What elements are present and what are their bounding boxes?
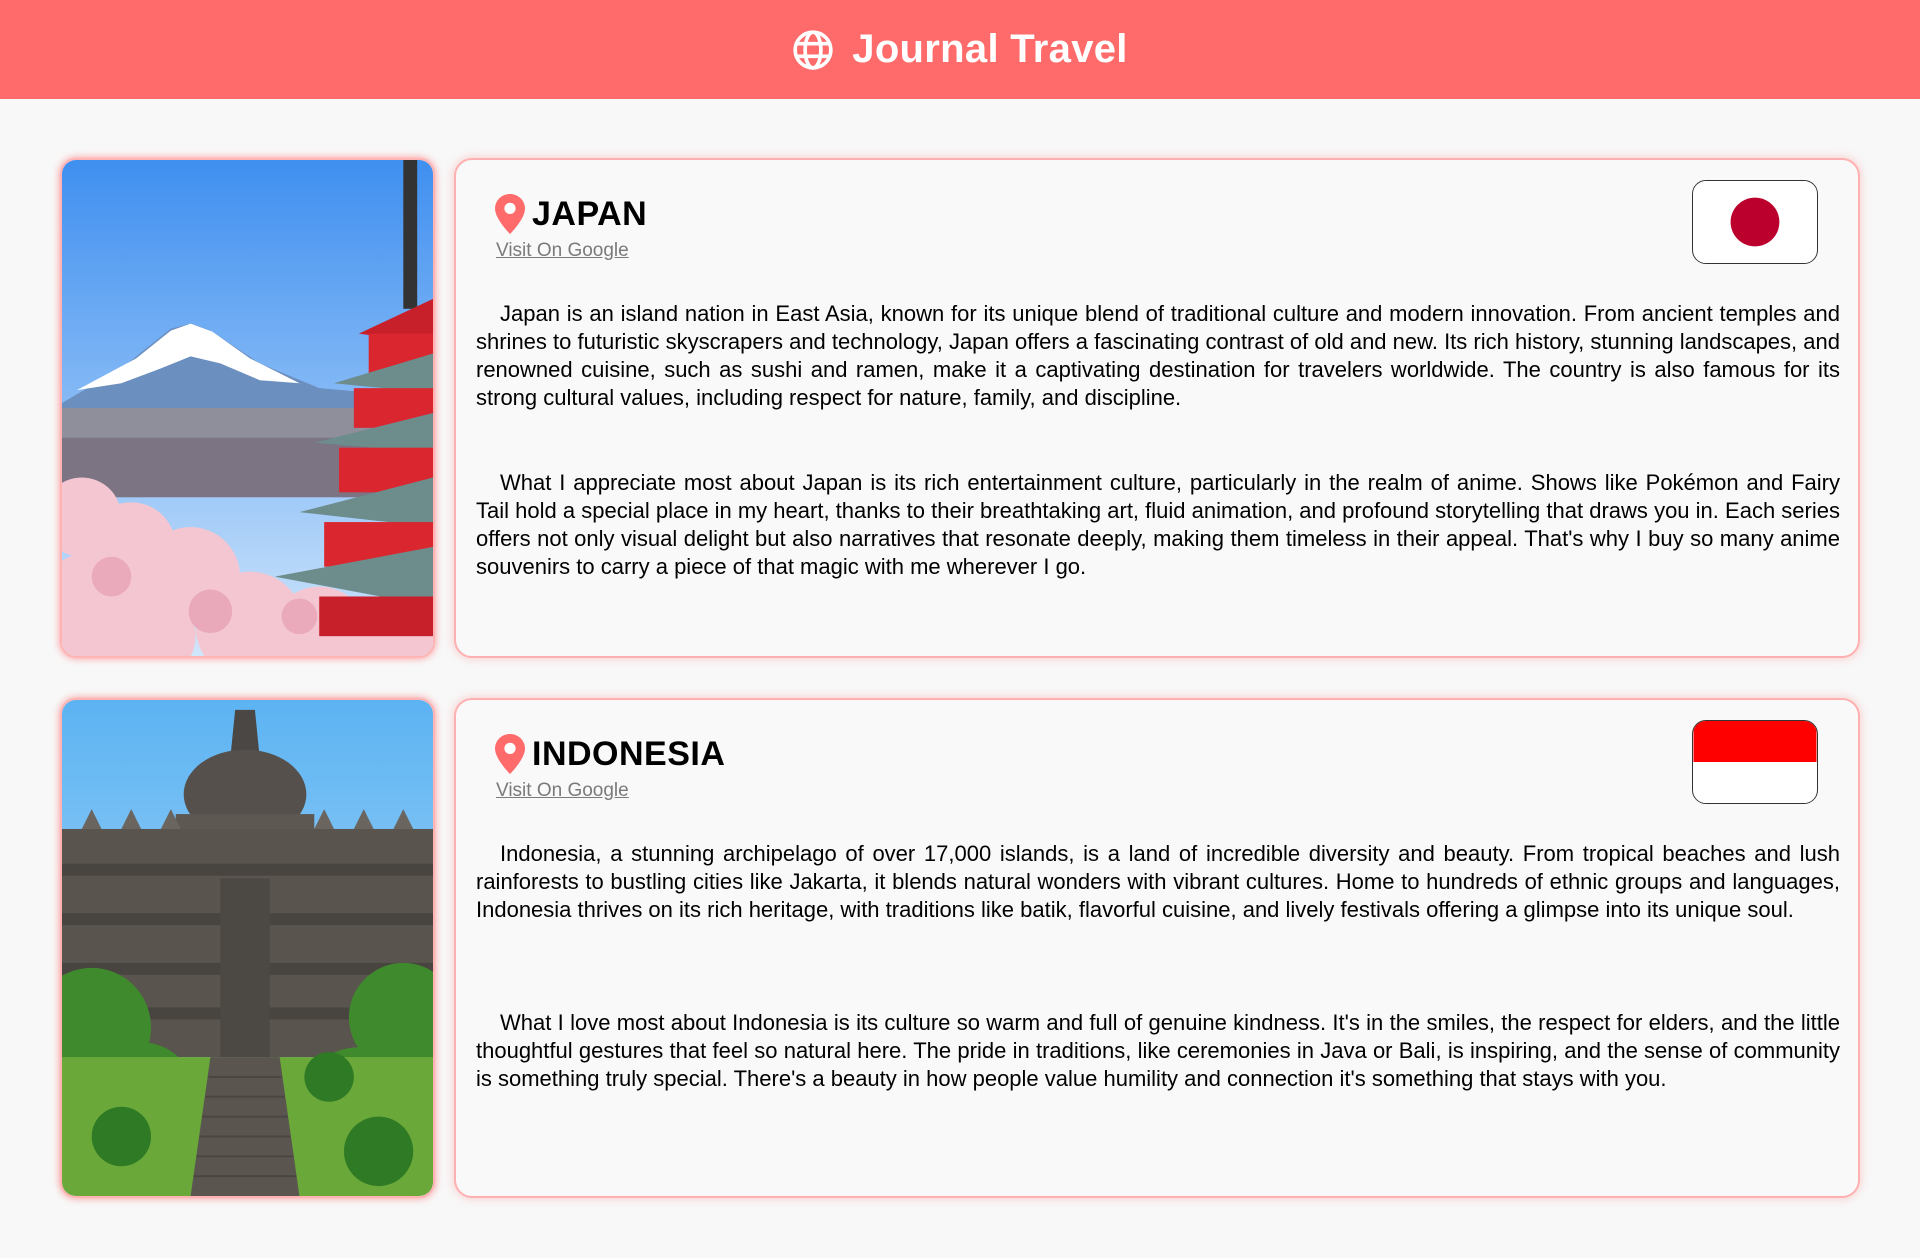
japan-flag-icon	[1692, 180, 1818, 264]
app-title: Journal Travel	[852, 27, 1128, 71]
mount-fuji-pagoda-cherry-blossom-photo	[60, 158, 435, 658]
journal-entry-japan: JAPAN Visit On Google Japan is an island…	[60, 158, 1860, 658]
country-name: JAPAN	[532, 194, 648, 233]
borobudur-temple-photo	[60, 698, 435, 1198]
indonesia-flag-icon	[1692, 720, 1818, 804]
description-paragraph: What I appreciate most about Japan is it…	[476, 470, 1840, 579]
journal-entry-indonesia: INDONESIA Visit On Google Indonesia, a s…	[60, 698, 1860, 1198]
country-name: INDONESIA	[532, 734, 726, 773]
app-header: Journal Travel	[0, 0, 1920, 99]
description-paragraph: What I love most about Indonesia is its …	[476, 1010, 1840, 1091]
country-heading: INDONESIA	[494, 734, 725, 774]
description-paragraph: Japan is an island nation in East Asia, …	[476, 301, 1840, 410]
visit-on-google-link[interactable]: Visit On Google	[496, 780, 629, 802]
location-pin-icon	[495, 734, 525, 774]
country-card-indonesia: INDONESIA Visit On Google Indonesia, a s…	[454, 698, 1860, 1198]
country-heading: JAPAN	[494, 194, 647, 234]
description-paragraph: Indonesia, a stunning archipelago of ove…	[476, 841, 1840, 922]
country-card-japan: JAPAN Visit On Google Japan is an island…	[454, 158, 1860, 658]
location-pin-icon	[495, 194, 525, 234]
globe-icon	[793, 29, 833, 70]
visit-on-google-link[interactable]: Visit On Google	[496, 240, 629, 262]
